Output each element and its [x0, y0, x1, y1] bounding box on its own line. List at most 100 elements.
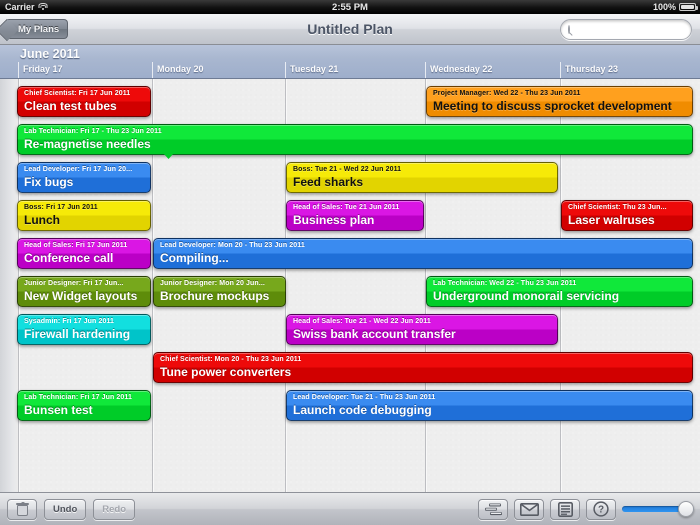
task-meta-label: Chief Scientist: Fri 17 Jun 2011: [24, 90, 131, 97]
day-column-header: Wednesday 22: [430, 64, 493, 74]
status-bar-right: 100%: [652, 2, 698, 12]
task-meta-label: Project Manager: Wed 22 - Thu 23 Jun 201…: [433, 90, 581, 97]
task-name-label: Swiss bank account transfer: [293, 327, 456, 341]
task-bar[interactable]: Lab Technician: Fri 17 - Thu 23 Jun 2011…: [17, 124, 693, 159]
list-button[interactable]: [550, 498, 580, 520]
task-bar[interactable]: Head of Sales: Fri 17 Jun 2011 Conference…: [17, 238, 151, 269]
task-name-label: Clean test tubes: [24, 99, 117, 113]
task-bar[interactable]: Head of Sales: Tue 21 - Wed 22 Jun 2011 S…: [286, 314, 558, 345]
task-meta-label: Junior Designer: Mon 20 Jun...: [160, 280, 265, 287]
task-name-label: Launch code debugging: [293, 403, 432, 417]
undo-label: Undo: [53, 503, 78, 515]
task-name-label: Meeting to discuss sprocket development: [433, 99, 672, 113]
plan-app-window: Carrier 2:55 PM 100% My Plans Untitled P…: [0, 0, 700, 525]
header-column-divider: [425, 62, 426, 78]
month-label: June 2011: [20, 47, 80, 61]
battery-icon: [679, 3, 698, 11]
gantt-grid[interactable]: Chief Scientist: Fri 17 Jun 2011 Clean te…: [0, 79, 700, 492]
header-column-divider: [285, 62, 286, 78]
task-bar[interactable]: Lead Developer: Fri 17 Jun 20... Fix bugs: [17, 162, 151, 193]
toolbar-right-group: ?: [478, 498, 694, 520]
day-column-header: Monday 20: [157, 64, 204, 74]
task-meta-label: Chief Scientist: Thu 23 Jun...: [568, 204, 667, 211]
help-button[interactable]: ?: [586, 498, 616, 520]
gantt-chart-icon: [484, 503, 502, 515]
delete-button[interactable]: [7, 498, 37, 520]
task-bar[interactable]: Junior Designer: Fri 17 Jun... New Widget…: [17, 276, 151, 307]
task-name-label: Underground monorail servicing: [433, 289, 620, 303]
task-name-label: Brochure mockups: [160, 289, 270, 303]
task-meta-label: Head of Sales: Tue 21 - Wed 22 Jun 2011: [293, 318, 431, 325]
task-name-label: Bunsen test: [24, 403, 93, 417]
task-meta-label: Lead Developer: Mon 20 - Thu 23 Jun 2011: [160, 242, 305, 249]
task-meta-label: Lead Developer: Fri 17 Jun 20...: [24, 166, 133, 173]
battery-percent-label: 100%: [652, 2, 676, 12]
day-column-header: Friday 17: [23, 64, 63, 74]
task-meta-label: Junior Designer: Fri 17 Jun...: [24, 280, 124, 287]
redo-label: Redo: [102, 503, 127, 515]
task-meta-label: Lab Technician: Wed 22 - Thu 23 Jun 2011: [433, 280, 577, 287]
task-meta-label: Lab Technician: Fri 17 Jun 2011: [24, 394, 133, 401]
task-name-label: Laser walruses: [568, 213, 655, 227]
task-meta-label: Chief Scientist: Mon 20 - Thu 23 Jun 201…: [160, 356, 302, 363]
search-field[interactable]: [560, 18, 700, 40]
task-bar[interactable]: Chief Scientist: Thu 23 Jun... Laser walr…: [561, 200, 693, 231]
task-meta-label: Head of Sales: Tue 21 Jun 2011: [293, 204, 400, 211]
search-input[interactable]: [570, 23, 700, 35]
task-bar[interactable]: Lab Technician: Wed 22 - Thu 23 Jun 2011…: [426, 276, 693, 307]
mail-button[interactable]: [514, 498, 544, 520]
task-name-label: Re-magnetise needles: [24, 137, 151, 151]
task-bar[interactable]: Lead Developer: Tue 21 - Thu 23 Jun 2011…: [286, 390, 693, 421]
task-bar[interactable]: Head of Sales: Tue 21 Jun 2011 Business p…: [286, 200, 424, 231]
back-button-label: My Plans: [18, 23, 60, 35]
header-column-divider: [560, 62, 561, 78]
task-bar[interactable]: Boss: Fri 17 Jun 2011 Lunch: [17, 200, 151, 231]
task-meta-label: Sysadmin: Fri 17 Jun 2011: [24, 318, 115, 325]
bottom-toolbar: Undo Redo ?: [0, 492, 700, 525]
question-mark-icon: ?: [593, 501, 609, 517]
header-column-divider: [152, 62, 153, 78]
task-bar[interactable]: Junior Designer: Mon 20 Jun... Brochure m…: [153, 276, 286, 307]
task-name-label: Feed sharks: [293, 175, 364, 189]
task-meta-label: Boss: Tue 21 - Wed 22 Jun 2011: [293, 166, 402, 173]
task-name-label: Business plan: [293, 213, 375, 227]
task-bar[interactable]: Boss: Tue 21 - Wed 22 Jun 2011 Feed shark…: [286, 162, 558, 193]
gantt-view-button[interactable]: [478, 498, 508, 520]
undo-button[interactable]: Undo: [44, 498, 87, 520]
redo-button[interactable]: Redo: [93, 498, 136, 520]
task-bar[interactable]: Chief Scientist: Mon 20 - Thu 23 Jun 201…: [153, 352, 693, 383]
task-name-label: Conference call: [24, 251, 114, 265]
task-dependency-notch: [163, 153, 174, 159]
list-document-icon: [557, 501, 573, 517]
task-name-label: Tune power converters: [160, 365, 292, 379]
header-column-divider: [18, 62, 19, 78]
left-gutter: [0, 79, 18, 492]
day-column-header: Tuesday 21: [290, 64, 339, 74]
navigation-bar: My Plans Untitled Plan: [0, 14, 700, 45]
task-bar[interactable]: Project Manager: Wed 22 - Thu 23 Jun 201…: [426, 86, 693, 117]
task-meta-label: Lab Technician: Fri 17 - Thu 23 Jun 2011: [24, 128, 162, 135]
task-meta-label: Lead Developer: Tue 21 - Thu 23 Jun 2011: [293, 394, 436, 401]
task-bar[interactable]: Lab Technician: Fri 17 Jun 2011 Bunsen te…: [17, 390, 151, 421]
status-bar-clock: 2:55 PM: [332, 1, 368, 13]
trash-icon: [15, 501, 29, 516]
ios-status-bar: Carrier 2:55 PM 100%: [0, 0, 700, 14]
task-meta-label: Head of Sales: Fri 17 Jun 2011: [24, 242, 128, 249]
zoom-slider[interactable]: [622, 499, 694, 520]
task-name-label: New Widget layouts: [24, 289, 138, 303]
back-button-my-plans[interactable]: My Plans: [6, 19, 69, 39]
task-name-label: Firewall hardening: [24, 327, 131, 341]
task-bar[interactable]: Lead Developer: Mon 20 - Thu 23 Jun 2011…: [153, 238, 693, 269]
task-name-label: Lunch: [24, 213, 60, 227]
envelope-icon: [519, 502, 539, 516]
task-name-label: Compiling...: [160, 251, 229, 265]
search-icon: [568, 24, 570, 34]
task-bar[interactable]: Sysadmin: Fri 17 Jun 2011 Firewall harden…: [17, 314, 151, 345]
task-meta-label: Boss: Fri 17 Jun 2011: [24, 204, 98, 211]
day-column-header: Thursday 23: [565, 64, 619, 74]
task-name-label: Fix bugs: [24, 175, 74, 189]
task-bar[interactable]: Chief Scientist: Fri 17 Jun 2011 Clean te…: [17, 86, 151, 117]
calendar-date-header: June 2011 Friday 17 Monday 20 Tuesday 21 We…: [0, 45, 700, 79]
slider-knob[interactable]: [678, 501, 694, 517]
svg-text:?: ?: [598, 505, 604, 516]
